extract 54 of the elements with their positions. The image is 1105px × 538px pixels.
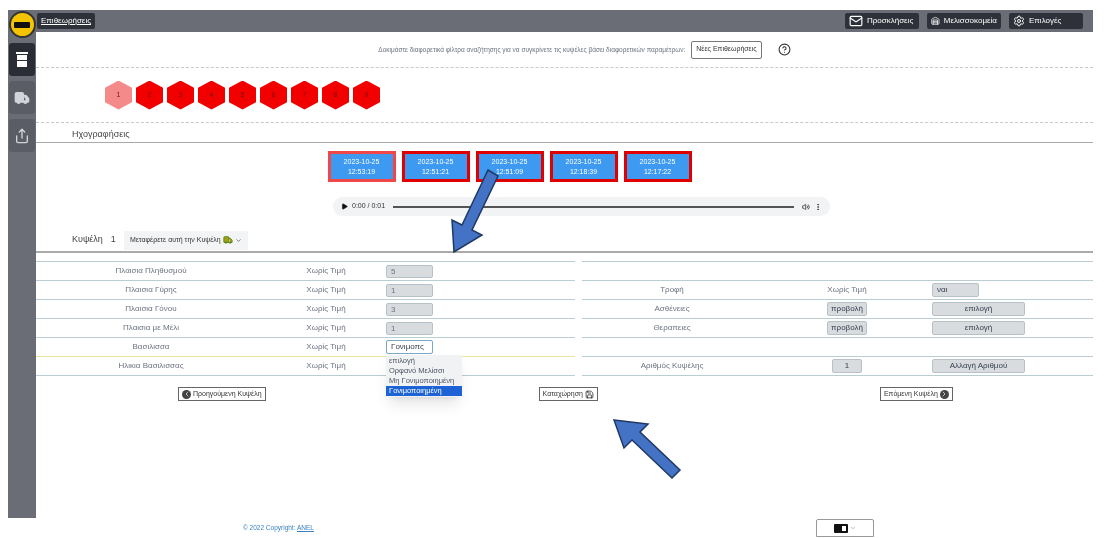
row-value: Χωρίς Τιμή (305, 303, 347, 315)
row-value: Χωρίς Τιμή (305, 360, 347, 372)
row-label: Πλαισια Γύρης (124, 284, 178, 296)
row-label: Ασθένειες (653, 303, 691, 315)
section-title: Ηχογραφήσεις (72, 127, 130, 141)
row-label: Θεραπειες (652, 322, 692, 334)
envelope-icon (849, 14, 863, 28)
volume-icon[interactable] (802, 202, 810, 211)
caret-icon (849, 525, 856, 531)
hive-label: Κυψέλη (72, 233, 103, 247)
number-field[interactable]: 1 (832, 359, 862, 373)
select-button[interactable]: επιλογή (932, 321, 1025, 335)
audio-progress-track[interactable] (393, 205, 794, 208)
translate-icon (833, 523, 848, 533)
change-number-button[interactable]: Αλλαγή Αριθμού (932, 359, 1025, 373)
top-bar-button[interactable]: Μελισσοκομεία (927, 13, 1001, 29)
share-icon (14, 127, 30, 144)
sidebar-button[interactable] (9, 43, 35, 76)
row-label: Τροφή (659, 284, 685, 296)
number-field[interactable]: 5 (386, 264, 433, 278)
row-value: Χωρίς Τιμή (826, 284, 868, 296)
hive-number: 1 (110, 233, 116, 247)
text-field[interactable]: ναι (932, 283, 979, 297)
row-value: Χωρίς Τιμή (305, 341, 347, 353)
top-bar-button[interactable]: Επιλογές (1009, 13, 1083, 29)
help-icon[interactable] (777, 43, 791, 56)
number-field[interactable]: 1 (386, 283, 433, 297)
view-button[interactable]: προβολή (827, 321, 867, 335)
row-label: Πλαισια Πληθυσμού (114, 265, 188, 277)
view-button[interactable]: προβολή (827, 302, 867, 316)
settings-icon (1013, 15, 1025, 27)
caret-icon (234, 236, 242, 244)
drawer-icon (16, 51, 28, 68)
page-title[interactable]: Επιθεωρήσεις (37, 13, 96, 29)
truck-icon (14, 89, 30, 106)
queen-select[interactable]: Γονιμοπς (386, 340, 433, 354)
hives-icon (931, 15, 940, 27)
top-bar-button[interactable]: Προσκλήσεις (845, 13, 919, 29)
play-icon[interactable] (341, 203, 348, 210)
row-value: Χωρίς Τιμή (305, 265, 347, 277)
row-value: Χωρίς Τιμή (305, 284, 347, 296)
annotation-arrow (612, 418, 682, 482)
select-button[interactable]: επιλογή (932, 302, 1025, 316)
language-button[interactable] (815, 519, 874, 537)
truck-icon (222, 235, 233, 245)
row-label: Βασιλισσα (131, 341, 171, 353)
more-icon[interactable] (814, 202, 822, 211)
row-label: Πλαισια με Μέλι (122, 322, 180, 334)
row-label: Ηλικια Βασιλισσας (117, 360, 185, 372)
row-label: Αριθμός Κυψέλης (639, 360, 705, 372)
number-field[interactable]: 1 (386, 321, 433, 335)
row-value: Χωρίς Τιμή (305, 322, 347, 334)
number-field[interactable]: 3 (386, 302, 433, 316)
row-label: Πλαισια Γόνου (124, 303, 178, 315)
